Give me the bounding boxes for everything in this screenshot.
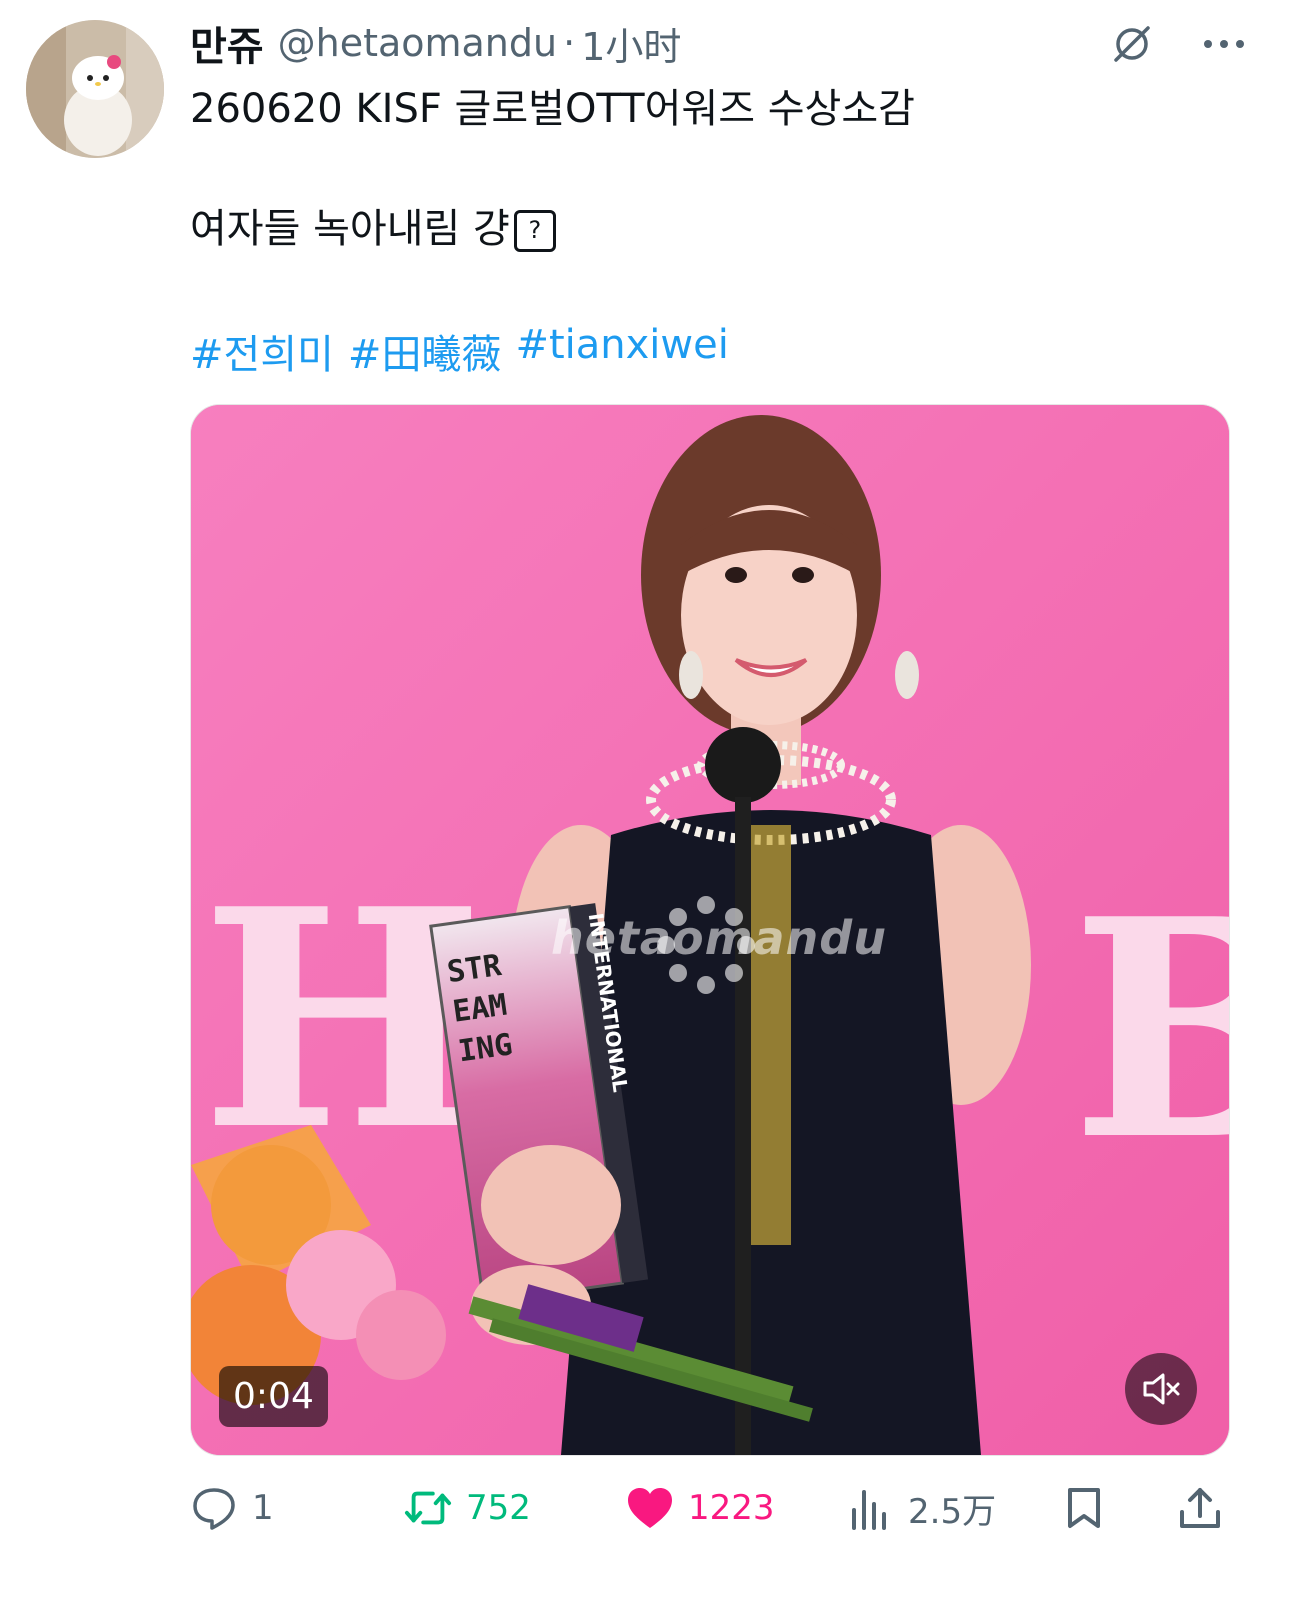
unknown-emoji-icon: ? <box>513 210 556 252</box>
svg-text:B: B <box>1071 853 1229 1206</box>
share-button[interactable] <box>1176 1478 1224 1538</box>
watermark-text: hetaomandu <box>551 911 887 965</box>
bookmark-button[interactable] <box>1060 1478 1108 1538</box>
like-count: 1223 <box>688 1488 775 1528</box>
reply-button[interactable]: 1 <box>190 1478 274 1538</box>
avatar-image <box>26 20 164 158</box>
trophy-text: ING <box>456 1027 515 1069</box>
video-duration: 0:04 <box>219 1366 328 1427</box>
tweet-top-actions <box>1108 20 1250 68</box>
repost-count: 752 <box>466 1488 531 1528</box>
share-icon <box>1176 1484 1224 1532</box>
repost-button[interactable]: 752 <box>404 1478 531 1538</box>
like-icon <box>626 1484 674 1532</box>
avatar[interactable] <box>26 20 164 158</box>
timestamp[interactable]: 1小时 <box>581 16 681 71</box>
tweet-text-line-2-text: 여자들 녹아내림 걍 <box>190 206 510 252</box>
views-button[interactable]: 2.5万 <box>846 1478 996 1538</box>
views-count: 2.5万 <box>908 1491 997 1532</box>
views-icon <box>846 1484 894 1532</box>
separator-dot: · <box>563 21 576 65</box>
hashtag-link[interactable]: #tianxiwei <box>515 322 728 380</box>
action-bar: 1 752 1223 2.5万 <box>190 1478 1240 1538</box>
more-icon[interactable] <box>1198 20 1250 68</box>
tweet-header: 만쥬 @hetaomandu · 1小时 <box>190 16 681 71</box>
reply-icon <box>190 1484 238 1532</box>
grok-icon[interactable] <box>1108 20 1156 68</box>
repost-icon <box>404 1484 452 1532</box>
reply-count: 1 <box>252 1488 274 1528</box>
svg-text:H: H <box>201 843 484 1196</box>
video-player[interactable]: H B STR EAM ING INTERNA <box>190 404 1230 1456</box>
user-handle[interactable]: @hetaomandu <box>278 21 558 65</box>
like-button[interactable]: 1223 <box>626 1478 775 1538</box>
mute-icon[interactable] <box>1125 1353 1197 1425</box>
trophy-text: EAM <box>451 988 510 1030</box>
hashtag-list: #전희미 #田曦薇 #tianxiwei <box>190 322 729 380</box>
tweet-text-line-1: 260620 KISF 글로벌OTT어워즈 수상소감 <box>190 86 915 132</box>
bookmark-icon <box>1060 1484 1108 1532</box>
hashtag-link[interactable]: #田曦薇 <box>348 322 502 380</box>
tweet-text-line-2: 여자들 녹아내림 걍? <box>190 196 556 254</box>
display-name[interactable]: 만쥬 <box>190 14 264 72</box>
hashtag-link[interactable]: #전희미 <box>190 322 334 380</box>
